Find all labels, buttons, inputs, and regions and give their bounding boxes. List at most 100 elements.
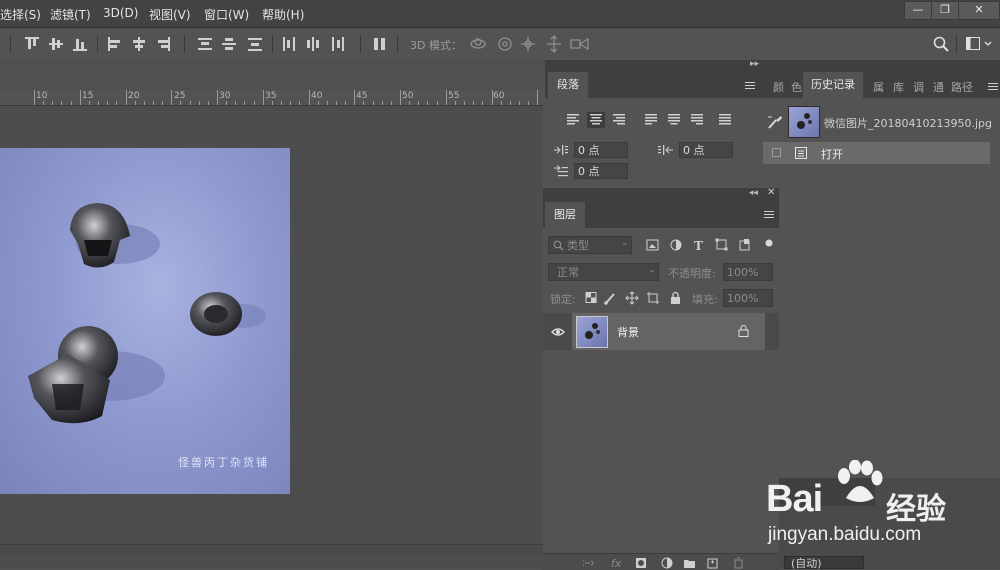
indent-right-icon xyxy=(658,145,673,155)
align-top-icon[interactable] xyxy=(25,37,39,51)
layer-row-background[interactable]: 背景 xyxy=(543,313,779,350)
layer-filter-icons: T xyxy=(646,238,773,252)
filter-type-icon: T xyxy=(694,239,703,252)
tab-adjustments[interactable]: 调 xyxy=(913,79,924,95)
ruler-tick xyxy=(454,101,456,105)
menu-3d[interactable]: 3D(D) xyxy=(103,6,138,20)
ruler-tick xyxy=(70,101,72,105)
menu-window[interactable]: 窗口(W) xyxy=(204,6,249,23)
document-tab-strip xyxy=(0,60,543,90)
align-hcenter-icon[interactable] xyxy=(132,37,146,51)
minimize-button[interactable]: — xyxy=(904,1,932,20)
snapshot-name[interactable]: 微信图片_20180410213950.jpg xyxy=(824,115,992,131)
tab-history[interactable]: 历史记录 xyxy=(803,72,863,98)
auto-align-icon[interactable] xyxy=(373,37,387,51)
align-left-icon[interactable] xyxy=(108,37,122,51)
tab-paragraph[interactable]: 段落 xyxy=(548,72,588,98)
ruler-tick xyxy=(482,101,484,105)
ruler-tick xyxy=(207,101,209,105)
layers-panel-menu-icon[interactable] xyxy=(764,211,774,219)
layers-panel-collapse-bar[interactable]: ◂◂ ✕ xyxy=(543,187,779,202)
align-right-icon[interactable] xyxy=(156,37,170,51)
ruler-tick xyxy=(372,101,374,105)
collapse-icon[interactable]: ▸▸ xyxy=(750,59,759,69)
ruler-tick xyxy=(217,90,218,105)
align-bottom-icon[interactable] xyxy=(73,37,87,51)
ruler-tick xyxy=(409,101,411,105)
layer-thumbnail[interactable] xyxy=(576,316,608,348)
options-bar: 3D 模式： xyxy=(0,28,1000,61)
tab-channels[interactable]: 通 xyxy=(933,79,944,95)
watermark-brand-suffix: 经验 xyxy=(886,492,946,527)
first-line-indent-field[interactable]: 0 点 xyxy=(574,163,628,179)
distribute-vcenter-icon[interactable] xyxy=(222,37,236,51)
ruler-tick xyxy=(107,101,109,105)
history-panel-collapse-bar[interactable] xyxy=(763,60,1000,74)
history-checkbox[interactable] xyxy=(772,148,781,157)
panel-menu-icon[interactable] xyxy=(745,82,755,90)
close-button[interactable]: ✕ xyxy=(958,1,1000,20)
ruler-tick xyxy=(363,101,365,105)
layer-row[interactable]: 背景 xyxy=(572,313,765,350)
layer-name[interactable]: 背景 xyxy=(617,324,639,340)
history-panel: 微信图片_20180410213950.jpg 打开 xyxy=(763,98,1000,478)
distribute-top-icon[interactable] xyxy=(198,37,212,51)
tab-color[interactable]: 颜 xyxy=(773,79,784,95)
expand-icon[interactable]: ◂◂ xyxy=(749,188,758,198)
close-panel-icon[interactable]: ✕ xyxy=(767,187,775,198)
restore-button[interactable]: ❐ xyxy=(931,1,959,20)
ruler-tick xyxy=(262,90,264,105)
ruler-tick xyxy=(390,101,392,105)
distribute-right-icon[interactable] xyxy=(331,37,345,51)
new-group-icon xyxy=(684,560,695,568)
link-layers-icon xyxy=(583,560,594,566)
fill-field[interactable]: 100% xyxy=(723,289,773,307)
menu-select[interactable]: 选择(S) xyxy=(0,6,41,23)
distribute-left-icon[interactable] xyxy=(282,37,296,51)
ruler-label: 45 xyxy=(356,91,368,101)
history-panel-menu-icon[interactable] xyxy=(988,83,998,91)
separator xyxy=(397,35,398,53)
tab-properties[interactable]: 属 xyxy=(873,79,884,95)
ruler-tick xyxy=(79,90,81,105)
canvas-scroll-bar[interactable] xyxy=(0,544,543,554)
justify-last-center-icon xyxy=(668,114,680,125)
history-item-open[interactable]: 打开 xyxy=(763,142,990,164)
opacity-field[interactable]: 100% xyxy=(723,263,773,281)
figure-pin xyxy=(28,326,118,424)
ruler-tick xyxy=(198,101,200,105)
ruler-tick xyxy=(125,90,127,105)
ruler-tick xyxy=(152,101,154,105)
document-image[interactable] xyxy=(0,148,290,494)
eye-icon[interactable] xyxy=(551,327,565,337)
layer-visibility-toggle[interactable] xyxy=(543,313,572,350)
3d-orbit-icon xyxy=(470,38,486,49)
ruler-tick xyxy=(537,90,539,105)
snapshot-thumbnail[interactable] xyxy=(788,106,820,138)
ruler-tick xyxy=(34,90,35,105)
distribute-bottom-icon[interactable] xyxy=(248,37,262,51)
menu-view[interactable]: 视图(V) xyxy=(149,6,191,23)
ruler-tick xyxy=(162,101,164,105)
indent-right-field[interactable]: 0 点 xyxy=(679,142,733,158)
history-brush-source-icon[interactable] xyxy=(767,114,785,130)
ruler-tick xyxy=(518,101,520,105)
distribute-hcenter-icon[interactable] xyxy=(306,37,320,51)
menu-filter[interactable]: 滤镜(T) xyxy=(50,6,91,23)
add-mask-icon xyxy=(636,558,646,568)
tab-paths[interactable]: 路径 xyxy=(951,79,973,95)
workspace-switcher-icon[interactable] xyxy=(966,37,994,51)
ruler-tick xyxy=(52,101,54,105)
search-icon[interactable] xyxy=(933,36,949,52)
paragraph-panel: 0 点 0 点 0 点 xyxy=(545,98,763,186)
tab-libraries[interactable]: 库 xyxy=(893,79,904,95)
align-text-right-icon xyxy=(613,114,625,125)
blend-mode-select[interactable]: 正常 xyxy=(548,263,659,281)
tab-swatches[interactable]: 色 xyxy=(791,79,802,95)
menu-help[interactable]: 帮助(H) xyxy=(262,6,304,23)
align-vcenter-icon[interactable] xyxy=(49,37,63,51)
history-panel-tabbar: 颜 色 历史记录 属 库 调 通 路径 xyxy=(763,72,1000,98)
indent-left-field[interactable]: 0 点 xyxy=(574,142,628,158)
ruler-tick xyxy=(134,101,136,105)
tab-layers[interactable]: 图层 xyxy=(545,202,585,228)
